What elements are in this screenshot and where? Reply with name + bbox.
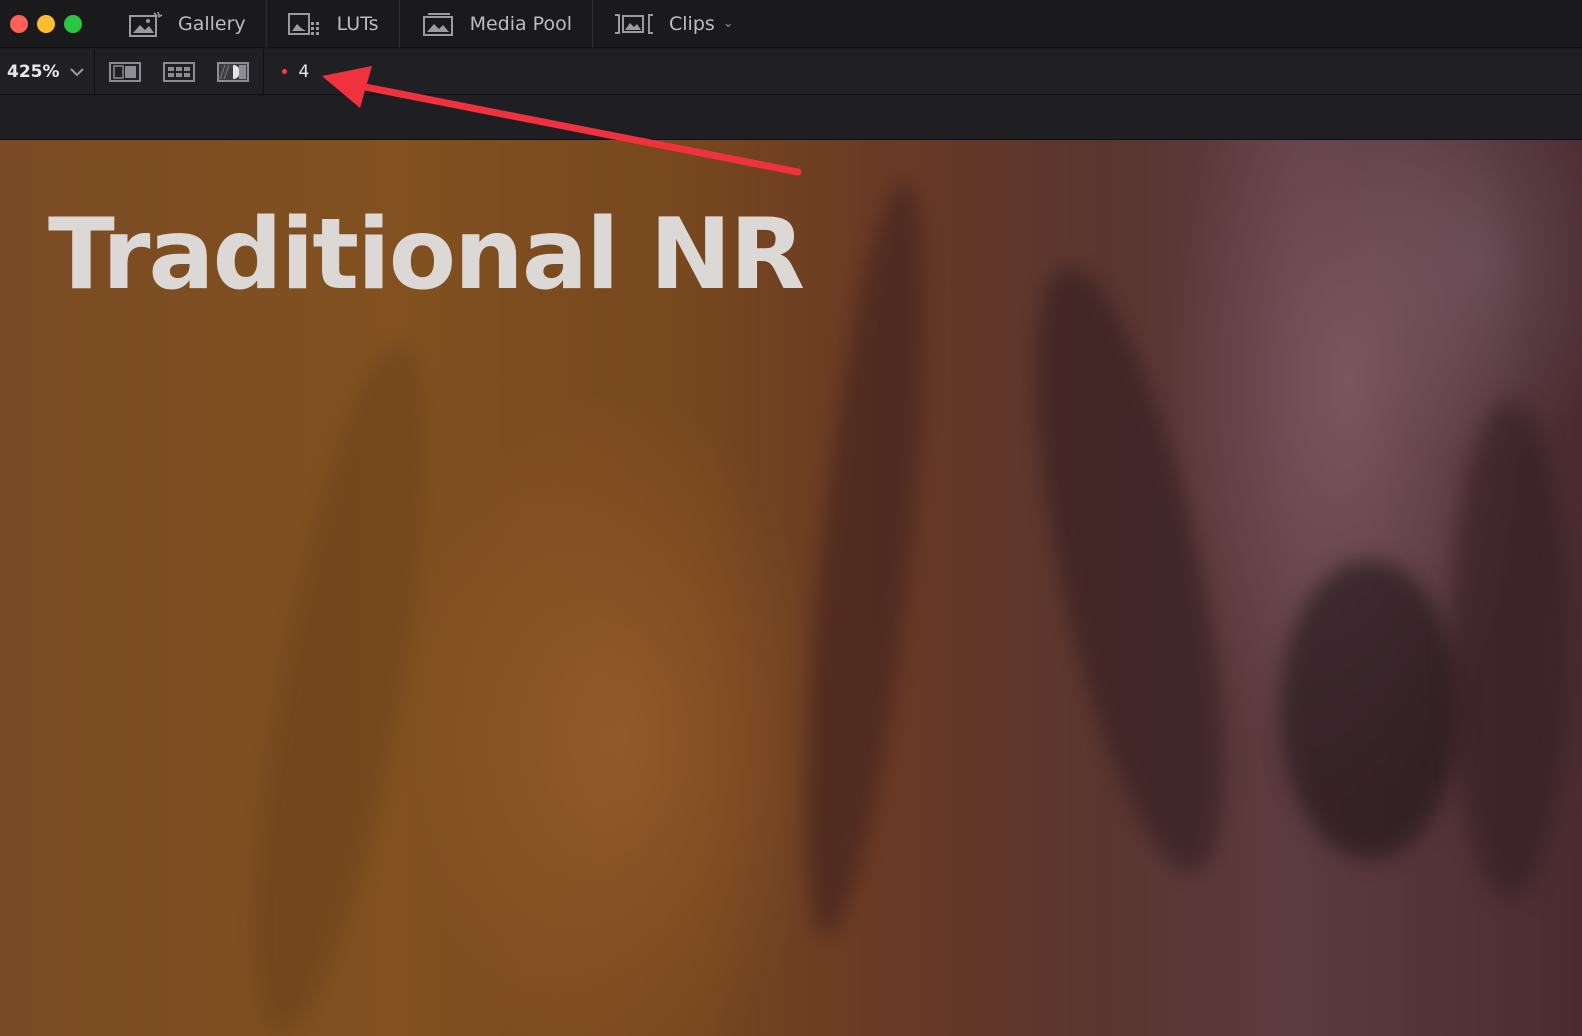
top-bar: Gallery LUTs Media Pool Clips ⌄ bbox=[0, 0, 1582, 48]
tab-gallery[interactable]: Gallery bbox=[108, 0, 267, 48]
still-count: 4 bbox=[264, 61, 310, 82]
maximize-window-button[interactable] bbox=[64, 14, 82, 33]
tab-luts[interactable]: LUTs bbox=[267, 0, 400, 48]
fabric-fold bbox=[220, 334, 460, 1036]
window-controls bbox=[10, 14, 82, 33]
indicator-dot bbox=[281, 69, 287, 74]
tab-clips-label: Clips bbox=[669, 12, 715, 35]
tab-media-pool-label: Media Pool bbox=[469, 12, 572, 35]
tab-clips[interactable]: Clips ⌄ bbox=[593, 0, 754, 48]
tab-luts-label: LUTs bbox=[336, 12, 379, 35]
minimize-window-button[interactable] bbox=[37, 14, 55, 33]
media-pool-icon bbox=[420, 10, 456, 38]
still-count-value: 4 bbox=[298, 61, 310, 82]
luts-icon bbox=[287, 10, 323, 38]
chevron-down-icon[interactable]: ⌄ bbox=[723, 16, 734, 31]
overlay-title: Traditional NR bbox=[48, 198, 805, 312]
clips-icon bbox=[613, 10, 655, 38]
hair-strand bbox=[1450, 400, 1570, 900]
view-mode-group bbox=[95, 48, 264, 95]
chevron-down-icon bbox=[69, 62, 84, 82]
timeline-strip bbox=[0, 96, 1582, 140]
gallery-icon bbox=[128, 10, 164, 38]
close-window-button[interactable] bbox=[10, 14, 28, 33]
panel-tabs: Gallery LUTs Media Pool Clips ⌄ bbox=[108, 0, 754, 48]
grid-view-icon[interactable] bbox=[162, 61, 195, 83]
single-view-icon[interactable] bbox=[108, 61, 141, 83]
hair-strand bbox=[1280, 560, 1460, 860]
hair-strand bbox=[780, 177, 950, 943]
zoom-value: 425% bbox=[7, 61, 60, 82]
viewer-image: Traditional NR bbox=[0, 140, 1582, 1036]
tab-media-pool[interactable]: Media Pool bbox=[400, 0, 593, 48]
split-view-icon[interactable] bbox=[216, 61, 249, 83]
tab-gallery-label: Gallery bbox=[178, 12, 246, 35]
hair-strand bbox=[997, 252, 1263, 888]
zoom-dropdown[interactable]: 425% bbox=[0, 48, 95, 95]
viewer-toolbar: 425% 4 bbox=[0, 48, 1582, 95]
